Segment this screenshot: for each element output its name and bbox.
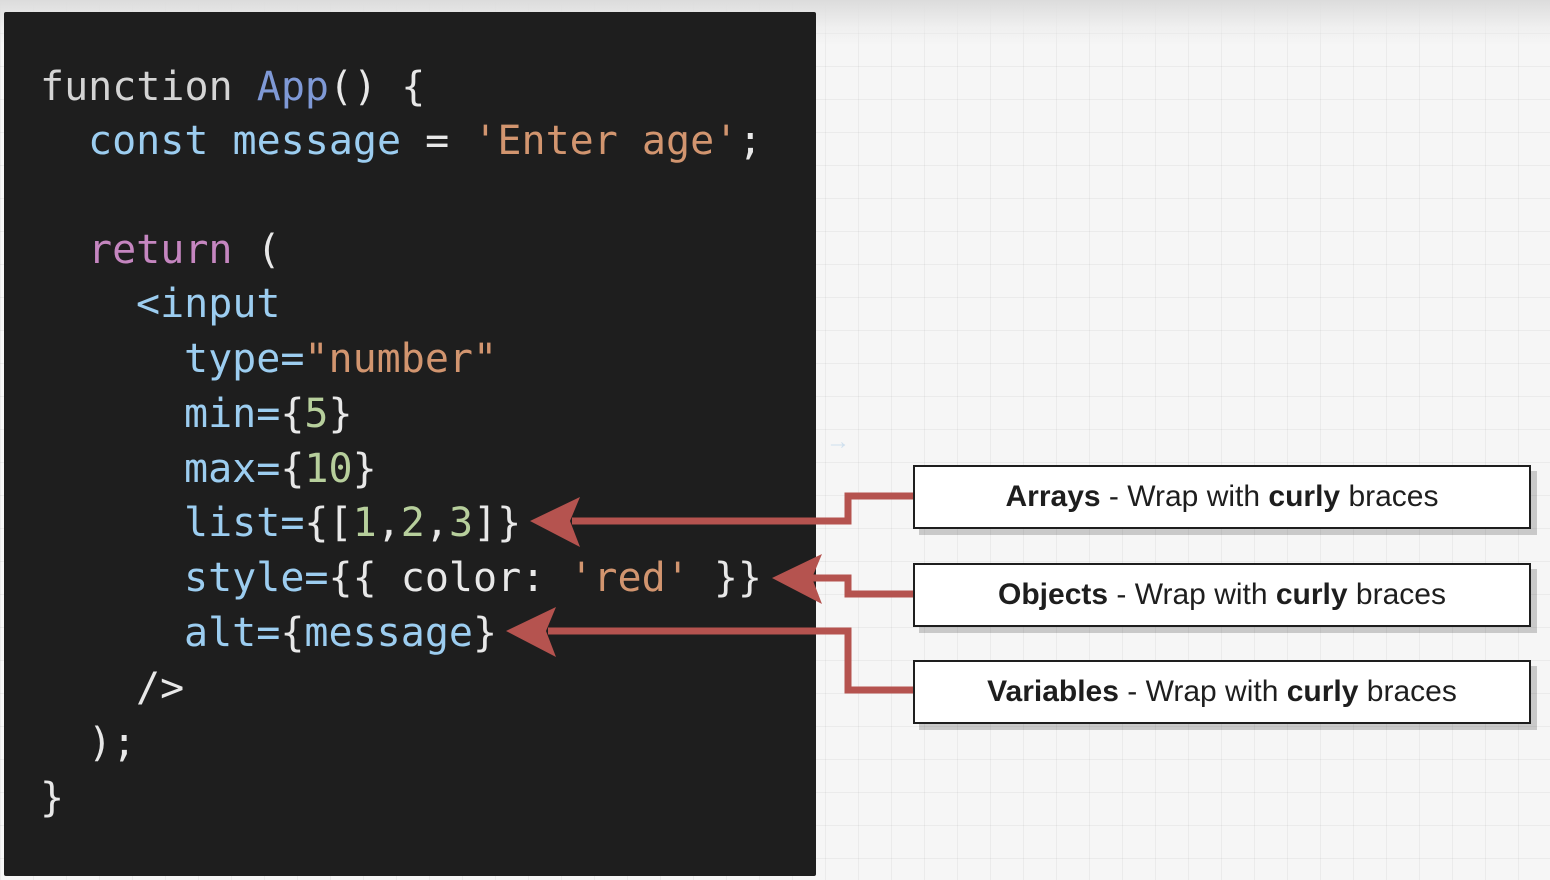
objects-connector — [812, 574, 913, 598]
variables-connector — [548, 627, 913, 694]
label-title: Objects — [998, 578, 1109, 611]
arrays-label: Arrays - Wrap with curly braces — [913, 465, 1531, 529]
label-text: braces — [1347, 578, 1446, 611]
label-emphasis: curly — [1268, 480, 1341, 513]
label-text: - Wrap with — [1108, 578, 1276, 611]
label-title: Variables — [987, 675, 1119, 708]
variables-label: Variables - Wrap with curly braces — [913, 660, 1531, 724]
label-text: braces — [1358, 675, 1457, 708]
label-text: - Wrap with — [1100, 480, 1269, 513]
arrays-connector — [572, 492, 913, 525]
label-emphasis: curly — [1275, 578, 1348, 611]
connector-arrows — [506, 492, 913, 694]
label-title: Arrays — [1005, 480, 1101, 513]
label-text: braces — [1340, 480, 1439, 513]
label-text: - Wrap with — [1118, 675, 1287, 708]
label-emphasis: curly — [1286, 675, 1359, 708]
objects-label: Objects - Wrap with curly braces — [913, 563, 1531, 627]
